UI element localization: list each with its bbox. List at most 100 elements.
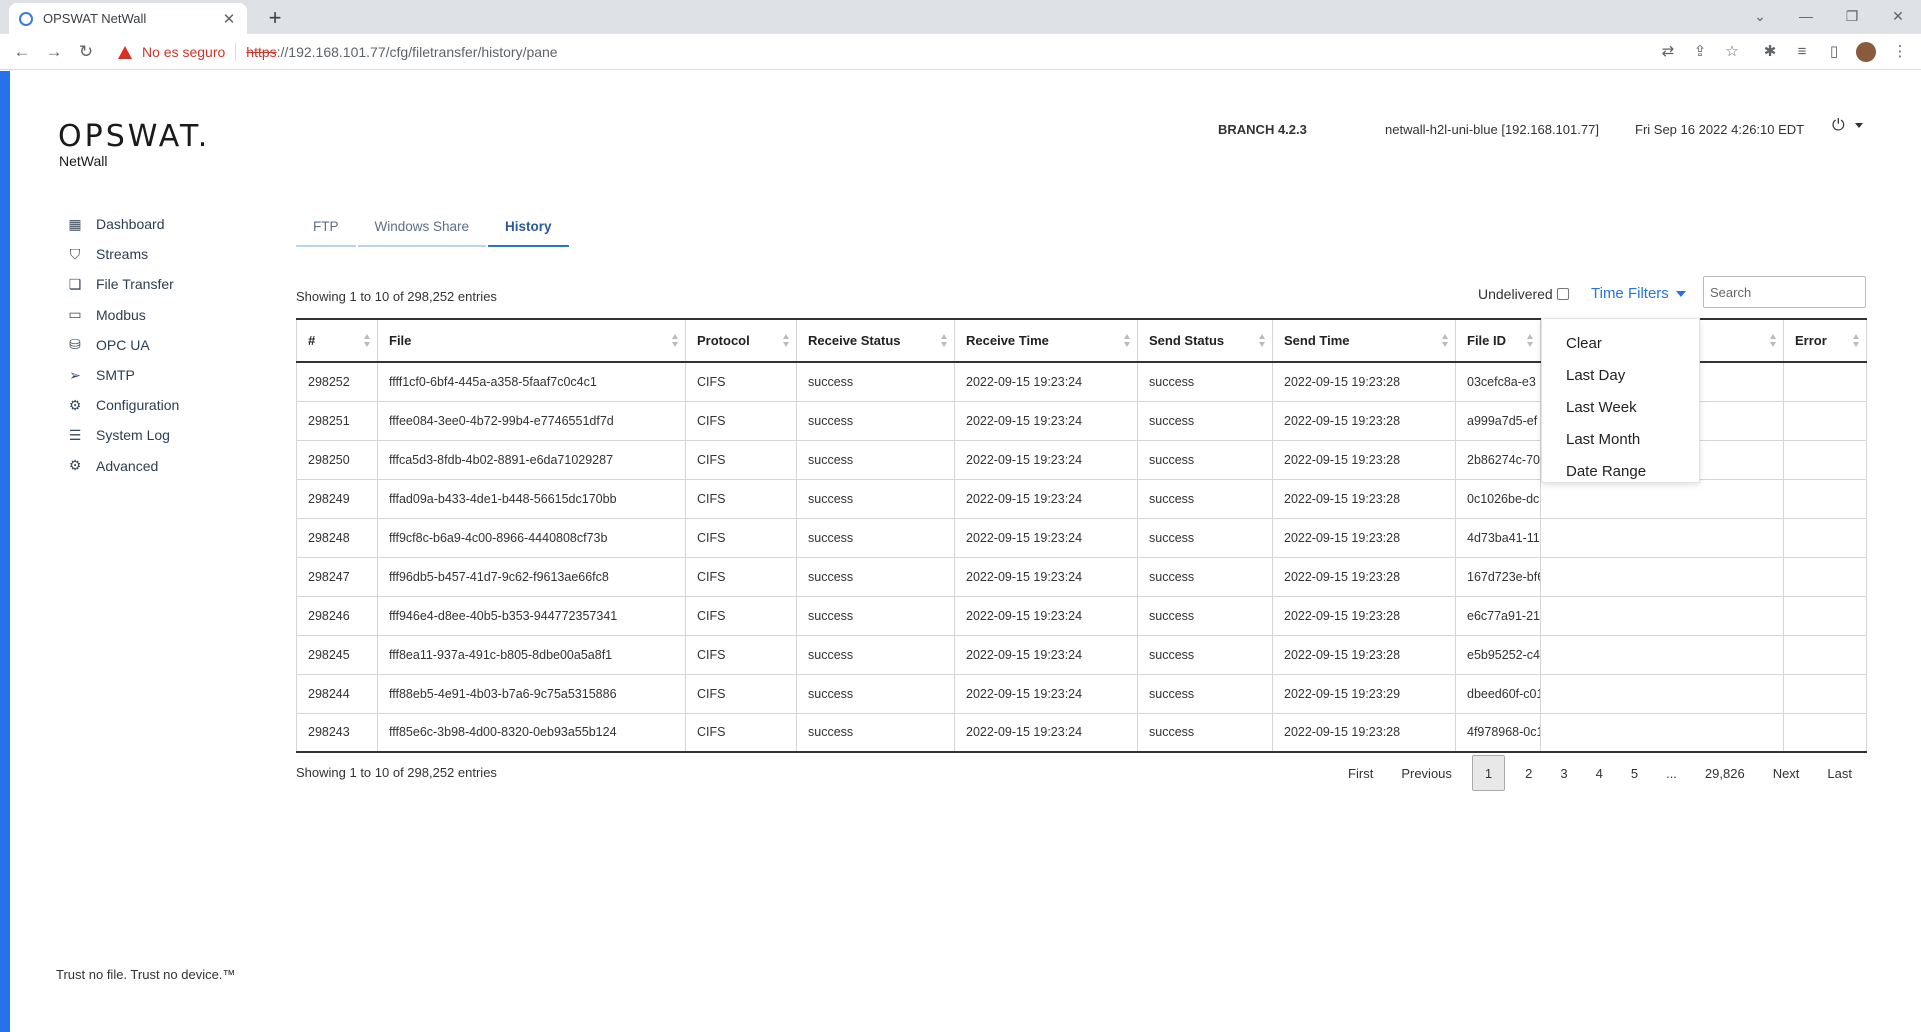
pagination-page[interactable]: 5	[1617, 755, 1652, 791]
close-window-icon[interactable]: ✕	[1875, 4, 1921, 28]
table-cell: 2022-09-15 19:23:28	[1272, 361, 1456, 402]
column-header[interactable]: Send Time	[1272, 318, 1456, 363]
sidebar-item-dashboard[interactable]: ▦ Dashboard	[66, 209, 179, 239]
chevron-down-icon[interactable]: ⌄	[1737, 4, 1783, 28]
pagination-page[interactable]: 3	[1546, 755, 1581, 791]
column-header[interactable]: File	[377, 318, 686, 363]
close-tab-icon[interactable]: ✕	[221, 10, 237, 28]
back-icon[interactable]: ←	[10, 40, 34, 64]
sidebar-item-streams[interactable]: ⛉ Streams	[66, 239, 179, 269]
undelivered-filter[interactable]: Undelivered	[1478, 286, 1569, 302]
column-header[interactable]: File ID	[1455, 318, 1541, 363]
time-filter-option[interactable]: Clear	[1542, 327, 1699, 359]
restore-icon[interactable]: ❐	[1829, 4, 1875, 28]
media-icon[interactable]: ≡	[1792, 42, 1812, 62]
time-filter-option[interactable]: Last Day	[1542, 359, 1699, 391]
minimize-icon[interactable]: —	[1783, 4, 1829, 28]
pagination-next[interactable]: Next	[1759, 755, 1814, 791]
pagination-page[interactable]: 4	[1582, 755, 1617, 791]
share-icon[interactable]: ⇪	[1690, 42, 1710, 62]
product-name: NetWall	[59, 153, 108, 169]
sidebar-item-smtp[interactable]: ➢ SMTP	[66, 360, 179, 390]
insecure-label[interactable]: No es seguro	[142, 44, 225, 60]
time-filter-option[interactable]: Last Month	[1542, 423, 1699, 455]
table-row[interactable]: 298243 fff85e6c-3b98-4d00-8320-0eb93a55b1…	[296, 712, 1867, 753]
sidebar-item-label: System Log	[96, 427, 170, 444]
time-filter-option[interactable]: Last Week	[1542, 391, 1699, 423]
search-input[interactable]	[1703, 276, 1866, 308]
browser-tab[interactable]: OPSWAT NetWall ✕	[9, 3, 247, 34]
sidebar-item-label: Configuration	[96, 397, 180, 414]
pagination-previous[interactable]: Previous	[1387, 755, 1466, 791]
table-cell: success	[796, 673, 955, 714]
table-row[interactable]: 298245 fff8ea11-937a-491c-b805-8dbe00a5a8…	[296, 634, 1867, 675]
sort-icon[interactable]	[1259, 334, 1266, 348]
table-row[interactable]: 298244 fff88eb5-4e91-4b03-b7a6-9c75a53158…	[296, 673, 1867, 714]
table-cell: 2022-09-15 19:23:28	[1272, 517, 1456, 558]
column-header-label: Error	[1795, 333, 1827, 348]
undelivered-checkbox[interactable]	[1556, 288, 1569, 300]
sidebar-item-advanced[interactable]: ⚙ Advanced	[66, 451, 179, 481]
table-cell	[1783, 517, 1867, 558]
column-header[interactable]: Error	[1783, 318, 1867, 363]
forward-icon[interactable]: →	[42, 40, 66, 64]
column-header[interactable]: Receive Time	[954, 318, 1138, 363]
sidebar-item-configuration[interactable]: ⚙ Configuration	[66, 390, 180, 420]
table-row[interactable]: 298246 fff946e4-d8ee-40b5-b353-9447723573…	[296, 595, 1867, 636]
table-cell: e5b95252-c414-45c4-9fb4-3d1ed0f86c3c	[1455, 634, 1541, 675]
sidebar-item-system-log[interactable]: ☰ System Log	[66, 420, 179, 450]
monitor-icon: ▭	[68, 306, 82, 323]
translate-icon[interactable]: ⇄	[1658, 42, 1678, 62]
page: OPSWAT. NetWall BRANCH 4.2.3 netwall-h2l…	[0, 71, 1921, 1032]
bookmark-star-icon[interactable]: ☆	[1722, 42, 1742, 62]
sort-icon[interactable]	[672, 334, 679, 348]
pagination-last[interactable]: Last	[1813, 755, 1866, 791]
sort-icon[interactable]	[1527, 334, 1534, 348]
column-header[interactable]: Receive Status	[796, 318, 955, 363]
profile-avatar[interactable]	[1856, 42, 1876, 62]
time-filter-option[interactable]: Date Range	[1542, 455, 1699, 487]
sidebar-item-label: Modbus	[96, 306, 146, 323]
sidebar-item-label: Dashboard	[96, 216, 165, 233]
time-filters-menu: Clear Last Day Last Week Last Month Date Ran…	[1541, 318, 1700, 483]
chevron-down-icon[interactable]	[1855, 123, 1863, 128]
sort-icon[interactable]	[783, 334, 790, 348]
pagination-page[interactable]: 2	[1511, 755, 1546, 791]
sort-icon[interactable]	[364, 334, 371, 348]
column-header[interactable]: Send Status	[1137, 318, 1273, 363]
pagination-page[interactable]: 1	[1471, 755, 1506, 791]
table-cell: CIFS	[685, 439, 797, 480]
side-panel-icon[interactable]: ▯	[1824, 42, 1844, 62]
tab-windows-share[interactable]: Windows Share	[357, 207, 487, 247]
tab-ftp[interactable]: FTP	[296, 207, 356, 247]
sort-icon[interactable]	[1124, 334, 1131, 348]
power-icon[interactable]: ⏻	[1832, 117, 1845, 135]
column-header[interactable]: #	[296, 318, 378, 363]
address-bar[interactable]: No es seguro https ://192.168.101.77/cfg…	[108, 38, 1788, 66]
pagination-page[interactable]: 29,826	[1691, 755, 1759, 791]
reload-icon[interactable]: ↻	[74, 40, 98, 64]
column-header[interactable]: Protocol	[685, 318, 797, 363]
extensions-icon[interactable]: ✱	[1760, 42, 1780, 62]
sort-icon[interactable]	[1853, 334, 1860, 348]
pagination-first[interactable]: First	[1334, 755, 1387, 791]
table-cell: CIFS	[685, 478, 797, 519]
sidebar-item-opc-ua[interactable]: ⛁ OPC UA	[66, 330, 179, 360]
sort-icon[interactable]	[1770, 334, 1777, 348]
footer-tagline: Trust no file. Trust no device.™	[56, 967, 236, 982]
table-cell: 2022-09-15 19:23:28	[1272, 478, 1456, 519]
table-row[interactable]: 298247 fff96db5-b457-41d7-9c62-f9613ae66f…	[296, 556, 1867, 597]
sidebar-item-modbus[interactable]: ▭ Modbus	[66, 300, 179, 330]
table-cell: success	[1137, 517, 1273, 558]
sort-icon[interactable]	[941, 334, 948, 348]
table-cell: 2022-09-15 19:23:24	[954, 478, 1138, 519]
tab-history[interactable]: History	[488, 207, 569, 247]
table-row[interactable]: 298248 fff9cf8c-b6a9-4c00-8966-4440808cf7…	[296, 517, 1867, 558]
more-menu-icon[interactable]: ⋮	[1890, 42, 1910, 62]
table-cell: fffad09a-b433-4de1-b448-56615dc170bb	[377, 478, 686, 519]
time-filters-toggle[interactable]: Time Filters	[1591, 285, 1686, 302]
sort-icon[interactable]	[1442, 334, 1449, 348]
sidebar-item-file-transfer[interactable]: ❏ File Transfer	[66, 269, 179, 299]
new-tab-button[interactable]: +	[262, 5, 288, 31]
table-cell: 2022-09-15 19:23:28	[1272, 556, 1456, 597]
